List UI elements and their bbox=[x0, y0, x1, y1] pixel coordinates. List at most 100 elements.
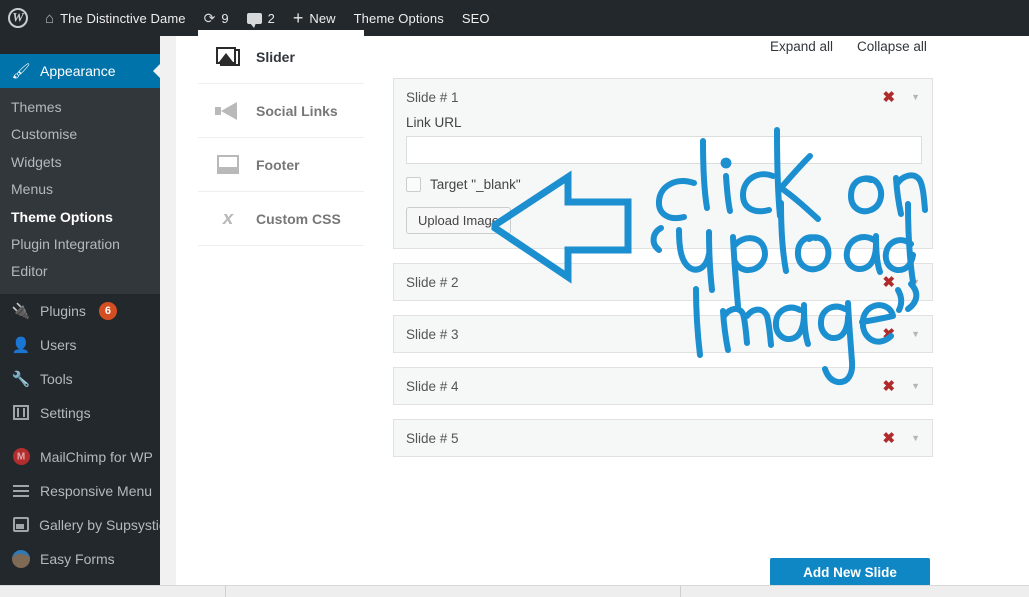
comments-count: 2 bbox=[267, 10, 275, 26]
slide-header-1[interactable]: Slide # 1 ✖ ▼ bbox=[394, 79, 932, 115]
chevron-down-icon[interactable]: ▼ bbox=[911, 381, 920, 391]
site-title-label: The Distinctive Dame bbox=[60, 10, 186, 26]
sidebar-item-gallery-by-supsystic[interactable]: Gallery by Supsystic bbox=[0, 508, 160, 542]
sidebar-item-label: Tools bbox=[40, 370, 73, 387]
delete-slide-icon[interactable]: ✖ bbox=[883, 431, 896, 446]
slide-panel-1: Slide # 1 ✖ ▼ Link URL Target "_blank" U… bbox=[393, 78, 933, 249]
slide-title: Slide # 2 bbox=[406, 274, 459, 290]
upload-image-button[interactable]: Upload Image bbox=[406, 207, 511, 234]
wordpress-logo-button[interactable] bbox=[0, 0, 36, 36]
slide-panel-5: Slide # 5 ✖ ▼ bbox=[393, 419, 933, 457]
slide-header-3[interactable]: Slide # 3 ✖ ▼ bbox=[394, 316, 932, 352]
slide-panel-3: Slide # 3 ✖ ▼ bbox=[393, 315, 933, 353]
updates-count: 9 bbox=[221, 10, 229, 26]
chevron-down-icon[interactable]: ▼ bbox=[911, 433, 920, 443]
tab-footer[interactable]: Footer bbox=[198, 138, 364, 192]
submenu-item-widgets[interactable]: Widgets bbox=[0, 149, 160, 176]
chevron-down-icon[interactable]: ▼ bbox=[911, 277, 920, 287]
theme-options-label: Theme Options bbox=[353, 10, 444, 26]
tab-label: Footer bbox=[256, 156, 300, 173]
plus-icon: + bbox=[292, 8, 304, 28]
home-icon: ⌂ bbox=[45, 9, 55, 27]
images-icon bbox=[214, 46, 242, 67]
mailchimp-icon bbox=[11, 448, 31, 466]
plug-icon: 🔌 bbox=[11, 302, 31, 320]
expand-collapse-links: Expand all Collapse all bbox=[770, 39, 927, 54]
sidebar-item-label: Appearance bbox=[40, 63, 116, 79]
submenu-item-editor[interactable]: Editor bbox=[0, 258, 160, 285]
delete-slide-icon[interactable]: ✖ bbox=[883, 327, 896, 342]
screen: ⌂ The Distinctive Dame ⟳ 9 2 + New Theme… bbox=[0, 0, 1029, 597]
plugins-update-badge: 6 bbox=[98, 301, 117, 320]
slide-body-1: Link URL Target "_blank" Upload Image bbox=[394, 115, 932, 248]
theme-options-tabs: Slider Social Links Footer x Custom CSS bbox=[198, 30, 364, 246]
site-name-button[interactable]: ⌂ The Distinctive Dame bbox=[36, 0, 195, 36]
admin-sidebar-menu: 🖌 Appearance Themes Customise Widgets Me… bbox=[0, 36, 160, 597]
submenu-item-customise[interactable]: Customise bbox=[0, 121, 160, 148]
link-url-input[interactable] bbox=[406, 136, 922, 164]
submenu-item-themes[interactable]: Themes bbox=[0, 94, 160, 121]
link-url-label: Link URL bbox=[406, 115, 462, 130]
sidebar-item-responsive-menu[interactable]: Responsive Menu bbox=[0, 474, 160, 508]
tab-social-links[interactable]: Social Links bbox=[198, 84, 364, 138]
target-blank-checkbox[interactable] bbox=[406, 177, 421, 192]
sidebar-item-label: Settings bbox=[40, 404, 91, 421]
target-blank-row[interactable]: Target "_blank" bbox=[406, 177, 920, 192]
submenu-item-plugin-integration[interactable]: Plugin Integration bbox=[0, 231, 160, 258]
tab-custom-css[interactable]: x Custom CSS bbox=[198, 192, 364, 246]
sidebar-item-users[interactable]: 👤 Users bbox=[0, 328, 160, 362]
wordpress-logo-icon bbox=[8, 8, 28, 28]
collapse-all-link[interactable]: Collapse all bbox=[857, 39, 927, 54]
sidebar-separator bbox=[0, 430, 160, 440]
sidebar-item-mailchimp-for-wp[interactable]: MailChimp for WP bbox=[0, 440, 160, 474]
submenu-item-menus[interactable]: Menus bbox=[0, 176, 160, 203]
slide-panel-2: Slide # 2 ✖ ▼ bbox=[393, 263, 933, 301]
sidebar-item-appearance[interactable]: 🖌 Appearance bbox=[0, 54, 160, 88]
sidebar-item-easy-forms[interactable]: Easy Forms bbox=[0, 542, 160, 576]
sidebar-item-settings[interactable]: Settings bbox=[0, 396, 160, 430]
tab-label: Custom CSS bbox=[256, 210, 341, 227]
bottom-scrollbar-strip[interactable] bbox=[0, 585, 1029, 597]
submenu-item-theme-options[interactable]: Theme Options bbox=[0, 204, 160, 231]
slide-title: Slide # 1 bbox=[406, 89, 459, 105]
easyforms-icon bbox=[11, 549, 31, 568]
sidebar-item-plugins[interactable]: 🔌 Plugins 6 bbox=[0, 294, 160, 328]
sliders-icon bbox=[11, 405, 31, 421]
sidebar-item-label: Easy Forms bbox=[40, 550, 115, 567]
delete-slide-icon[interactable]: ✖ bbox=[883, 379, 896, 394]
chevron-down-icon[interactable]: ▼ bbox=[911, 92, 920, 102]
seo-menu-button[interactable]: SEO bbox=[453, 0, 499, 36]
tab-label: Social Links bbox=[256, 102, 338, 119]
gallery-icon bbox=[11, 517, 30, 533]
slide-header-4[interactable]: Slide # 4 ✖ ▼ bbox=[394, 368, 932, 404]
slide-title: Slide # 5 bbox=[406, 430, 459, 446]
appearance-submenu: Themes Customise Widgets Menus Theme Opt… bbox=[0, 88, 160, 294]
comment-icon bbox=[246, 12, 262, 28]
delete-slide-icon[interactable]: ✖ bbox=[883, 90, 896, 105]
sidebar-item-tools[interactable]: 🔧 Tools bbox=[0, 362, 160, 396]
sidebar-item-label: Responsive Menu bbox=[40, 482, 153, 499]
target-blank-label: Target "_blank" bbox=[430, 177, 521, 192]
wrench-icon: 🔧 bbox=[11, 370, 31, 388]
updates-icon: ⟳ bbox=[203, 10, 216, 26]
slide-title: Slide # 3 bbox=[406, 326, 459, 342]
seo-label: SEO bbox=[461, 10, 490, 26]
new-label: New bbox=[309, 10, 336, 26]
add-new-slide-button[interactable]: Add New Slide bbox=[770, 558, 930, 586]
footer-box-icon bbox=[214, 155, 242, 174]
expand-all-link[interactable]: Expand all bbox=[770, 39, 833, 54]
hamburger-icon bbox=[11, 484, 31, 497]
scrollbar-tick-left bbox=[225, 586, 226, 597]
tab-slider[interactable]: Slider bbox=[198, 30, 364, 84]
user-icon: 👤 bbox=[11, 336, 31, 354]
slide-title: Slide # 4 bbox=[406, 378, 459, 394]
slides-list: Slide # 1 ✖ ▼ Link URL Target "_blank" U… bbox=[393, 78, 933, 471]
slide-header-5[interactable]: Slide # 5 ✖ ▼ bbox=[394, 420, 932, 456]
sidebar-item-label: Gallery by Supsystic bbox=[39, 516, 160, 533]
chevron-down-icon[interactable]: ▼ bbox=[911, 329, 920, 339]
delete-slide-icon[interactable]: ✖ bbox=[883, 275, 896, 290]
megaphone-icon bbox=[214, 101, 242, 120]
slide-header-2[interactable]: Slide # 2 ✖ ▼ bbox=[394, 264, 932, 300]
paintbrush-icon: 🖌 bbox=[11, 63, 31, 80]
sidebar-top-spacer bbox=[0, 36, 160, 54]
